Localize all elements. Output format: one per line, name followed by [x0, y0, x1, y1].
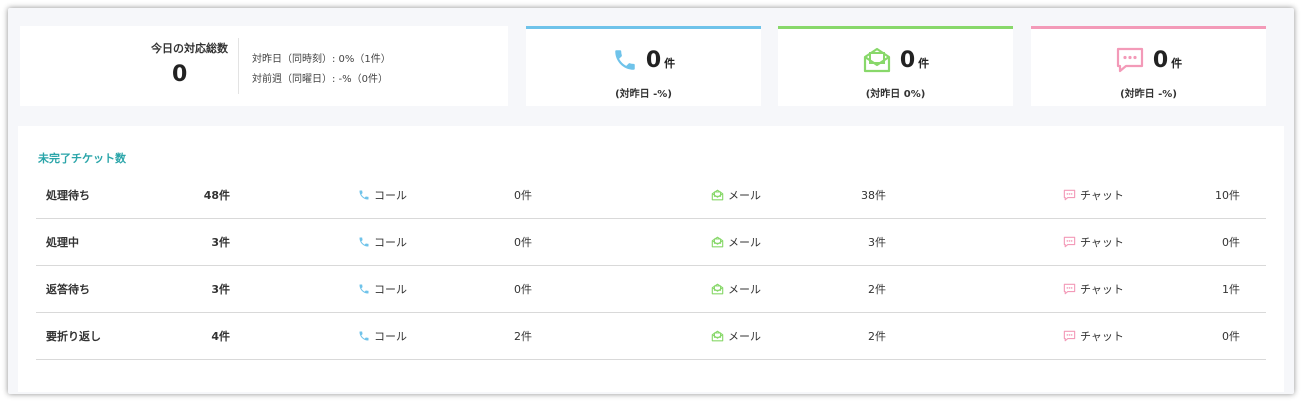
chat-channel: チャット [1063, 219, 1124, 265]
chat-value: 1件 [1222, 283, 1240, 296]
mail-channel: メール [711, 219, 761, 265]
call-compare: (対昨日 -%) [615, 89, 672, 100]
chat-count-card: 0 件 (対昨日 -%) [1031, 26, 1266, 106]
status-total: 48件 [203, 189, 230, 202]
compare-last-week: 対前週（同曜日）: -%（0件） [252, 74, 389, 85]
mail-value: 2件 [868, 330, 886, 343]
mail-count-card: 0 件 (対昨日 0%) [778, 26, 1013, 106]
chat-bubble-icon [1063, 283, 1076, 295]
mail-value: 2件 [868, 283, 886, 296]
table-row[interactable]: 返答待ち 3件 コール 0件 メール 2件 チャット 1件 [36, 266, 1266, 313]
chat-channel: チャット [1063, 266, 1124, 312]
status-total: 3件 [211, 283, 230, 296]
mail-channel: メール [711, 172, 761, 218]
mail-channel: メール [711, 266, 761, 312]
chat-label: チャット [1080, 283, 1124, 296]
table-row[interactable]: 処理待ち 48件 コール 0件 メール 38件 チャット 10件 [36, 172, 1266, 219]
chat-channel: チャット [1063, 172, 1124, 218]
call-value: 2件 [514, 330, 532, 343]
call-label: コール [374, 236, 407, 249]
mail-open-icon [711, 189, 724, 201]
call-channel: コール [358, 313, 407, 359]
total-block: 今日の対応総数 0 [20, 26, 238, 106]
mail-open-icon [863, 47, 890, 73]
chat-value: 0件 [1222, 330, 1240, 343]
call-value: 0件 [514, 189, 532, 202]
mail-channel: メール [711, 313, 761, 359]
phone-icon [359, 237, 369, 247]
status-total: 4件 [211, 330, 230, 343]
mail-count: 0 [899, 47, 916, 73]
dashboard-frame: 今日の対応総数 0 対昨日（同時刻）: 0%（1件） 対前週（同曜日）: -%（… [8, 8, 1294, 394]
pending-tickets-panel: 未完了チケット数 処理待ち 48件 コール 0件 メール 38件 チャット 10… [18, 126, 1284, 392]
total-label: 今日の対応総数 [151, 42, 228, 55]
chat-bubble-icon [1063, 189, 1076, 201]
call-count: 0 [645, 47, 662, 73]
mail-label: メール [728, 330, 761, 343]
chat-bubble-icon [1063, 236, 1076, 248]
call-value: 0件 [514, 236, 532, 249]
call-value: 0件 [514, 283, 532, 296]
chat-value: 10件 [1215, 189, 1240, 202]
chat-bubble-icon [1063, 330, 1076, 342]
mail-compare: (対昨日 0%) [865, 89, 926, 100]
chat-label: チャット [1080, 236, 1124, 249]
compare-yesterday: 対昨日（同時刻）: 0%（1件） [252, 54, 391, 65]
call-count-card: 0 件 (対昨日 -%) [526, 26, 761, 106]
table-row[interactable]: 処理中 3件 コール 0件 メール 3件 チャット 0件 [36, 219, 1266, 266]
phone-icon [359, 190, 369, 200]
panel-title: 未完了チケット数 [38, 152, 126, 165]
chat-compare: (対昨日 -%) [1120, 89, 1177, 100]
mail-label: メール [728, 283, 761, 296]
mail-open-icon [711, 330, 724, 342]
chat-label: チャット [1080, 189, 1124, 202]
table-row[interactable]: 要折り返し 4件 コール 2件 メール 2件 チャット 0件 [36, 313, 1266, 360]
mail-value: 38件 [861, 189, 886, 202]
call-channel: コール [358, 219, 407, 265]
chat-label: チャット [1080, 330, 1124, 343]
mail-open-icon [711, 283, 724, 295]
phone-icon [359, 331, 369, 341]
call-label: コール [374, 283, 407, 296]
chat-count-unit: 件 [1171, 57, 1183, 70]
chat-count: 0 [1152, 47, 1169, 73]
phone-icon [359, 284, 369, 294]
status-total: 3件 [211, 236, 230, 249]
mail-open-icon [711, 236, 724, 248]
chat-channel: チャット [1063, 313, 1124, 359]
mail-label: メール [728, 189, 761, 202]
phone-icon [615, 50, 635, 70]
daily-summary-card: 今日の対応総数 0 対昨日（同時刻）: 0%（1件） 対前週（同曜日）: -%（… [20, 26, 508, 106]
chat-bubble-icon [1116, 47, 1143, 73]
pending-tickets-table: 処理待ち 48件 コール 0件 メール 38件 チャット 10件 処理中 3件 … [36, 172, 1266, 360]
mail-value: 3件 [868, 236, 886, 249]
mail-label: メール [728, 236, 761, 249]
divider [238, 38, 239, 94]
total-value: 0 [172, 62, 188, 87]
chat-value: 0件 [1222, 236, 1240, 249]
call-label: コール [374, 330, 407, 343]
call-channel: コール [358, 266, 407, 312]
call-label: コール [374, 189, 407, 202]
mail-count-unit: 件 [918, 57, 930, 70]
call-channel: コール [358, 172, 407, 218]
call-count-unit: 件 [664, 57, 676, 70]
